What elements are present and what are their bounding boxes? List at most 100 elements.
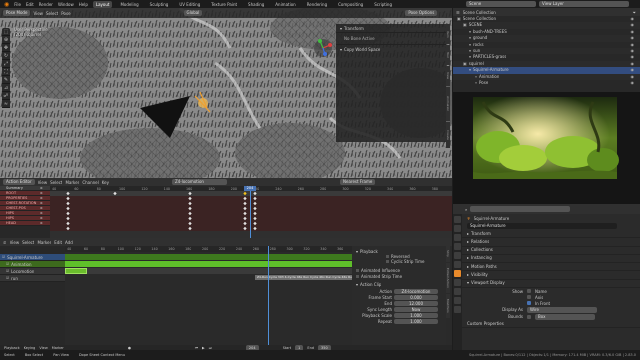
keyframe-marker[interactable] [188,201,192,206]
orientation-selector[interactable]: Global [183,10,203,16]
nla-track[interactable]: ☑ Animation [0,261,65,268]
jump-start-icon[interactable]: ⏮ [195,346,198,350]
keyframe-marker[interactable] [113,191,117,196]
world-tab-icon[interactable] [454,261,461,268]
scene-tab-icon[interactable] [454,252,461,259]
object-tab-icon[interactable] [454,270,461,277]
tool-tab-icon[interactable] [454,216,461,223]
render-tab-icon[interactable] [454,225,461,232]
keyframe-marker[interactable] [188,226,192,231]
action-menu-view[interactable]: View [38,180,48,185]
jump-end-icon[interactable]: ⏭ [209,346,212,350]
action-selector[interactable]: Z4-locomotion [172,179,227,185]
nla-track[interactable]: ☑ run [0,275,65,282]
track-checkbox-icon[interactable]: ☑ [6,269,9,273]
repeat-field[interactable]: 1.000 [394,318,438,324]
display-as-dropdown[interactable]: Wire [527,306,597,313]
run-cycle-strip[interactable]: Z4-Run Cycle 303 4-Cycle 46x Run Cycle 4… [255,275,352,280]
menu-window[interactable]: Window [58,2,74,7]
keyframe-marker[interactable] [253,201,257,206]
transform-tool-icon[interactable]: ⛶ [2,68,10,76]
properties-search[interactable] [470,206,571,212]
workspace-tab-rendering[interactable]: Rendering [304,1,330,8]
frame-end-field[interactable]: 12.000 [394,300,438,306]
keyframe-marker[interactable] [188,196,192,201]
action-timeline[interactable]: 40 60 80 100 120 140 160 180 200 220 240 260 280 300 3… [50,186,452,238]
timeline-menu-marker[interactable]: Marker [52,346,64,350]
action-menu-marker[interactable]: Marker [65,180,79,185]
workspace-tab-modeling[interactable]: Modeling [117,1,141,8]
object-name-field[interactable]: Squirrel-Armature [467,223,617,229]
keyframe-marker[interactable] [66,226,70,231]
workspace-tab-sculpting[interactable]: Sculpting [147,1,172,8]
view-layer-tab-icon[interactable] [454,243,461,250]
cyclic-checkbox[interactable] [386,260,389,263]
keyframe-marker[interactable] [243,226,247,231]
tab-tool[interactable]: Tool [446,45,450,65]
workspace-tab-scripting[interactable]: Scripting [371,1,395,8]
bounds-dropdown[interactable]: Box [535,313,595,320]
menu-render[interactable]: Render [39,2,53,7]
menu-file[interactable]: File [14,2,21,7]
snapping-dropdown[interactable]: Nearest Frame [340,179,376,185]
channel-visibility-icon[interactable]: ⚙ [40,216,43,220]
dope-sheet-mode-selector[interactable]: Action Editor [3,179,35,185]
pose-tool-icon[interactable]: ☍ [2,92,10,100]
track-checkbox-icon[interactable]: ☑ [6,262,9,266]
keyframe-marker[interactable] [66,206,70,211]
keyframe-marker[interactable] [243,221,247,226]
image-editor[interactable] [453,92,640,204]
section-viewport-display[interactable]: ▾ Viewport Display [453,280,640,289]
keyframe-marker[interactable] [66,196,70,201]
constraints-tab-icon[interactable] [454,288,461,295]
keyframe-marker[interactable] [188,216,192,221]
nla-menu-select[interactable]: Select [22,240,34,245]
action-clip-header[interactable]: ▾ Action Clip [356,281,442,288]
channel-visibility-icon[interactable]: ⚙ [40,206,43,210]
track-checkbox-icon[interactable]: ☑ [6,276,9,280]
outliner-row[interactable]: ▿ Pose ◉ [453,80,640,86]
workspace-tab-layout[interactable]: Layout [92,0,113,8]
name-checkbox[interactable] [527,289,531,294]
playback-scale-field[interactable]: 1.000 [394,312,438,318]
tab-modifiers[interactable]: Modifiers [446,294,450,318]
annotate-tool-icon[interactable]: ✎ [2,76,10,84]
keyframe-marker[interactable] [243,201,247,206]
channel-visibility-icon[interactable]: ⚙ [40,211,43,215]
keyframe-marker[interactable] [253,191,257,196]
nla-playhead[interactable] [268,246,269,345]
keyframe-marker[interactable] [253,206,257,211]
relax-tool-icon[interactable]: ≈ [2,100,10,108]
menu-help[interactable]: Help [79,2,88,7]
scene-selector[interactable]: Scene [466,1,536,7]
nla-editor[interactable]: ⚟ View Select Marker Edit Add ☑ Squirrel-… [0,238,452,345]
menu-edit[interactable]: Edit [26,2,34,7]
track-checkbox-icon[interactable]: ☑ [2,255,5,259]
keyframe-marker[interactable] [66,201,70,206]
tab-edited-action[interactable]: Edited Action [446,263,450,293]
keyframe-marker[interactable] [243,206,247,211]
tab-item[interactable]: Item [446,24,450,44]
play-icon[interactable]: ▶ [202,346,205,350]
physics-tab-icon[interactable] [454,279,461,286]
animated-influence-checkbox[interactable] [356,268,359,272]
blender-logo-icon[interactable]: ◉ [4,1,9,8]
nla-menu-edit[interactable]: Edit [54,240,62,245]
keyframes[interactable] [50,191,452,236]
channel-visibility-icon[interactable]: ⚙ [40,191,43,195]
current-frame-badge[interactable]: 204 [244,186,256,191]
keyframe-marker[interactable] [253,216,257,221]
keyframe-marker[interactable] [243,196,247,201]
nla-menu-marker[interactable]: Marker [37,240,51,245]
keyframe-marker[interactable] [188,211,192,216]
channel-visibility-icon[interactable]: ⚙ [40,196,43,200]
keyframe-marker[interactable] [253,226,257,231]
visibility-eye-icon[interactable]: ◉ [631,80,635,86]
reversed-checkbox[interactable] [386,255,389,258]
keyframe-marker[interactable] [66,221,70,226]
search-icon[interactable]: ⌕ [465,207,467,212]
locomotion-strip[interactable] [65,268,87,274]
cursor-tool-icon[interactable]: ⊕ [2,36,10,44]
keyframe-marker[interactable] [188,206,192,211]
scale-tool-icon[interactable]: ⤢ [2,60,10,68]
